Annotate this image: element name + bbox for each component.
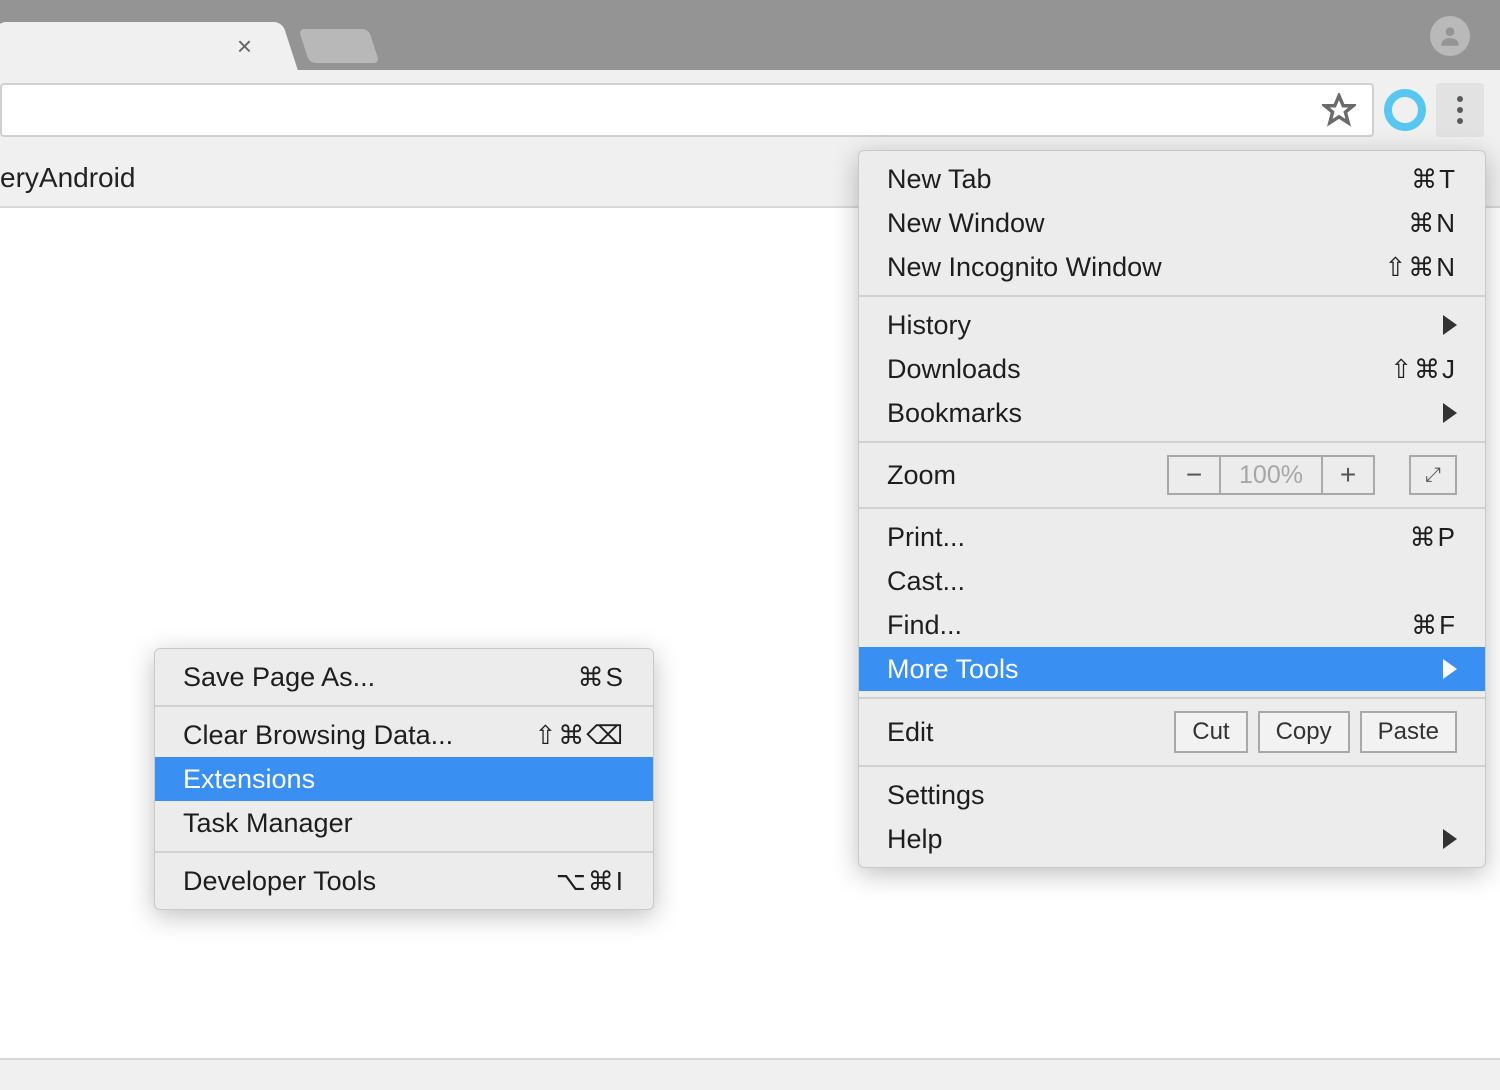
menu-item-more-tools[interactable]: More Tools xyxy=(859,647,1485,691)
menu-item-new-window[interactable]: New Window⌘N xyxy=(859,201,1485,245)
menu-item-settings[interactable]: Settings xyxy=(859,773,1485,817)
menu-item-help[interactable]: Help xyxy=(859,817,1485,861)
browser-toolbar xyxy=(0,70,1500,150)
close-icon[interactable]: × xyxy=(237,33,252,59)
menu-item-find[interactable]: Find...⌘F xyxy=(859,603,1485,647)
paste-button[interactable]: Paste xyxy=(1360,711,1457,753)
menu-item-cast[interactable]: Cast... xyxy=(859,559,1485,603)
zoom-in-button[interactable]: + xyxy=(1321,455,1375,495)
menu-item-edit: Edit Cut Copy Paste xyxy=(859,705,1485,759)
menu-item-new-incognito[interactable]: New Incognito Window⇧⌘N xyxy=(859,245,1485,289)
new-tab-button[interactable] xyxy=(298,29,379,63)
user-icon xyxy=(1437,23,1463,49)
zoom-out-button[interactable]: − xyxy=(1167,455,1221,495)
submenu-item-clear-data[interactable]: Clear Browsing Data...⇧⌘⌫ xyxy=(155,713,653,757)
extension-circle-icon[interactable] xyxy=(1384,89,1426,131)
menu-item-zoom: Zoom − 100% + ⤢ xyxy=(859,449,1485,501)
chevron-right-icon xyxy=(1443,403,1457,423)
menu-item-history[interactable]: History xyxy=(859,303,1485,347)
more-tools-submenu: Save Page As...⌘S Clear Browsing Data...… xyxy=(154,648,654,910)
chevron-right-icon xyxy=(1443,659,1457,679)
chevron-right-icon xyxy=(1443,829,1457,849)
menu-item-new-tab[interactable]: New Tab⌘T xyxy=(859,157,1485,201)
star-icon[interactable] xyxy=(1322,93,1356,127)
submenu-item-extensions[interactable]: Extensions xyxy=(155,757,653,801)
tab-strip: × xyxy=(0,0,1500,70)
fullscreen-button[interactable]: ⤢ xyxy=(1409,455,1457,495)
browser-tab[interactable]: × xyxy=(0,22,280,70)
zoom-value: 100% xyxy=(1221,455,1321,495)
menu-item-bookmarks[interactable]: Bookmarks xyxy=(859,391,1485,435)
copy-button[interactable]: Copy xyxy=(1258,711,1350,753)
address-bar[interactable] xyxy=(0,83,1374,137)
submenu-item-task-manager[interactable]: Task Manager xyxy=(155,801,653,845)
menu-item-print[interactable]: Print...⌘P xyxy=(859,515,1485,559)
cut-button[interactable]: Cut xyxy=(1174,711,1247,753)
menu-button[interactable] xyxy=(1436,83,1484,137)
page-heading: eryAndroid xyxy=(0,162,135,194)
submenu-item-devtools[interactable]: Developer Tools⌥⌘I xyxy=(155,859,653,903)
chevron-right-icon xyxy=(1443,315,1457,335)
menu-item-downloads[interactable]: Downloads⇧⌘J xyxy=(859,347,1485,391)
submenu-item-save-page[interactable]: Save Page As...⌘S xyxy=(155,655,653,699)
browser-main-menu: New Tab⌘T New Window⌘N New Incognito Win… xyxy=(858,150,1486,868)
status-bar xyxy=(0,1060,1500,1090)
profile-avatar[interactable] xyxy=(1430,16,1470,56)
